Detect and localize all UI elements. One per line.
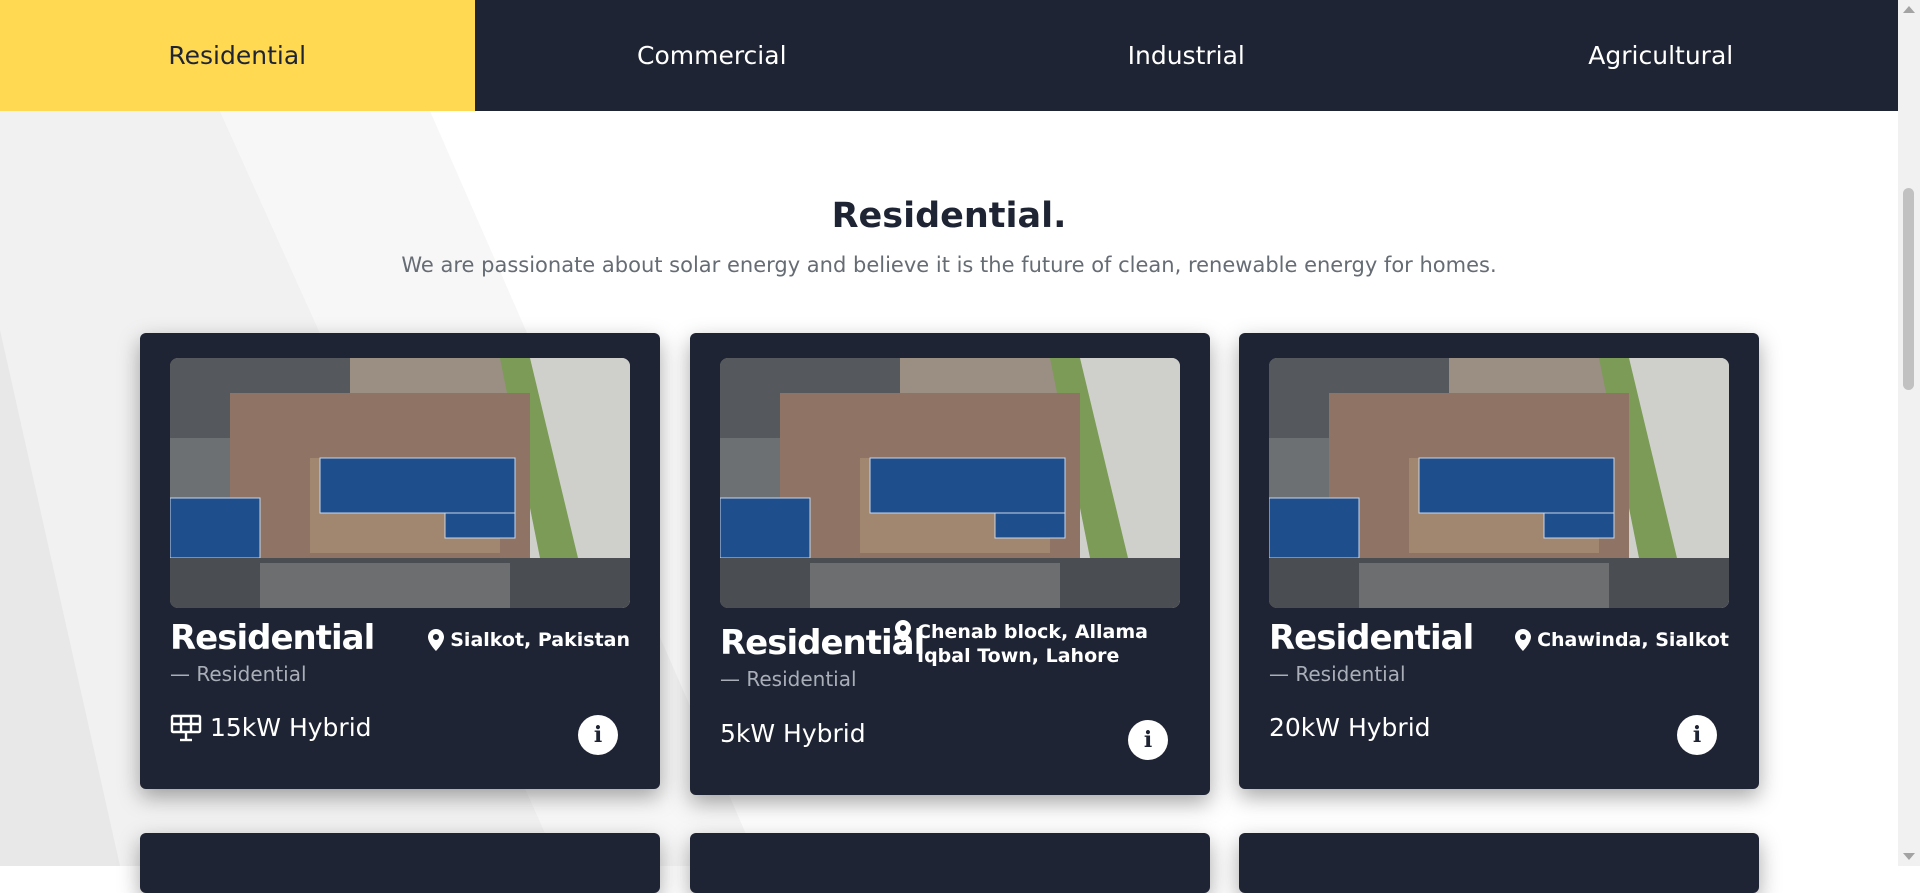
location-text: Chenab block, Allama Iqbal Town, Lahore [917, 621, 1148, 667]
section-subtitle: We are passionate about solar energy and… [401, 253, 1497, 277]
solar-panel-icon [170, 714, 202, 741]
project-card-partial [1239, 833, 1759, 893]
project-card-partial [140, 833, 660, 893]
tab-commercial[interactable]: Commercial [475, 0, 950, 111]
card-capacity: 15kW Hybrid [170, 713, 372, 742]
tab-residential[interactable]: Residential [0, 0, 475, 111]
card-category: — Residential [1269, 662, 1406, 686]
project-photo [720, 358, 1180, 608]
tab-agricultural[interactable]: Agricultural [1424, 0, 1899, 111]
info-button[interactable]: i [1128, 720, 1168, 760]
tab-industrial[interactable]: Industrial [949, 0, 1424, 111]
card-title: Residential [720, 623, 925, 663]
info-button[interactable]: i [578, 715, 618, 755]
location-text: Sialkot, Pakistan [450, 629, 630, 651]
scrollbar-thumb[interactable] [1903, 188, 1914, 390]
location-text: Chawinda, Sialkot [1537, 629, 1729, 651]
project-card: Residential — Residential Sialkot, Pakis… [140, 333, 660, 789]
card-location: Chenab block, Allama Iqbal Town, Lahore [895, 620, 1180, 668]
project-card: Residential — Residential Chawinda, Sial… [1239, 333, 1759, 789]
info-button[interactable]: i [1677, 715, 1717, 755]
project-photo [170, 358, 630, 608]
project-card-partial [690, 833, 1210, 893]
card-category: — Residential [720, 667, 857, 691]
scroll-down-arrow-icon[interactable] [1903, 853, 1915, 860]
page-scrollbar[interactable] [1898, 0, 1920, 866]
category-tabs: Residential Commercial Industrial Agricu… [0, 0, 1898, 111]
capacity-text: 20kW Hybrid [1269, 713, 1431, 742]
card-location: Sialkot, Pakistan [428, 629, 630, 651]
card-location: Chawinda, Sialkot [1515, 629, 1729, 651]
card-category: — Residential [170, 662, 307, 686]
location-pin-icon [1515, 629, 1532, 651]
capacity-text: 5kW Hybrid [720, 719, 866, 748]
location-pin-icon [895, 620, 911, 642]
scroll-up-arrow-icon[interactable] [1903, 6, 1915, 13]
card-title: Residential [1269, 618, 1474, 658]
project-photo [1269, 358, 1729, 608]
card-capacity: 20kW Hybrid [1269, 713, 1431, 742]
location-pin-icon [428, 629, 445, 651]
project-card: Residential — Residential Chenab block, … [690, 333, 1210, 795]
card-capacity: 5kW Hybrid [720, 719, 866, 748]
card-title: Residential [170, 618, 375, 658]
capacity-text: 15kW Hybrid [210, 713, 372, 742]
section-title: Residential. [831, 196, 1067, 236]
